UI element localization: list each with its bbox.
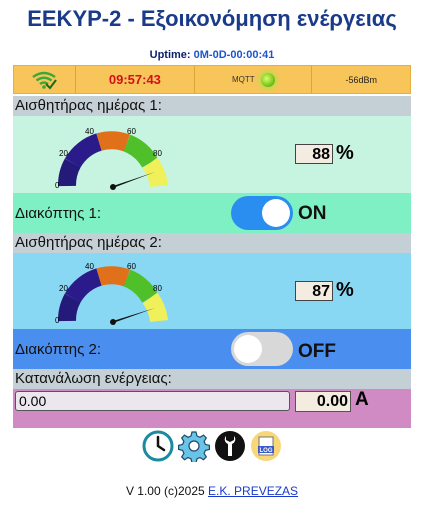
switch2-toggle[interactable] xyxy=(231,332,293,366)
page-title: EEKYP-2 - Εξοικονόμηση ενέργειας xyxy=(27,6,397,31)
switch1-toggle[interactable] xyxy=(231,196,293,230)
sensor2-label: Αισθητήρας ημέρας 2: xyxy=(13,233,411,253)
gauge-tick-label: 60 xyxy=(127,262,136,271)
mqtt-led-icon xyxy=(260,72,275,87)
toggle-knob xyxy=(262,199,290,227)
gear-icon[interactable] xyxy=(178,430,210,462)
sensor1-readout: 88 % xyxy=(295,142,354,165)
switch2-state: OFF xyxy=(298,341,336,362)
wrench-icon[interactable] xyxy=(214,430,246,462)
uptime-label: Uptime: xyxy=(149,49,191,61)
clock-icon[interactable] xyxy=(142,430,174,462)
log-icon[interactable]: LOG xyxy=(250,430,282,462)
energy-panel: 0.00 0.00 A xyxy=(13,389,411,428)
sensor1-unit: % xyxy=(336,142,354,164)
gauge-tick-label: 20 xyxy=(59,149,68,158)
gauge-tick-label: 40 xyxy=(85,262,94,271)
sensor2-readout: 87 % xyxy=(295,279,354,302)
sensor1-panel: 0 20 40 60 80 88 % xyxy=(13,116,411,193)
gauge-tick-label: 0 xyxy=(55,181,60,190)
footer-text: V 1.00 (c)2025 xyxy=(125,484,209,498)
gauge-tick-label: 80 xyxy=(153,284,162,293)
uptime-value: 0M-0D-00:00:41 xyxy=(193,49,275,61)
energy-unit: A xyxy=(355,389,369,410)
gauge-tick-label: 40 xyxy=(85,127,94,136)
switch2-panel: Διακόπτης 2: OFF xyxy=(13,329,411,369)
sensor2-panel: 0 20 40 60 80 87 % xyxy=(13,253,411,329)
gauge-tick-label: 20 xyxy=(59,284,68,293)
log-icon-label: LOG xyxy=(260,448,273,454)
sensor2-gauge: 0 20 40 60 80 xyxy=(55,262,168,325)
mqtt-label: MQTT xyxy=(231,75,255,84)
energy-bar: 0.00 xyxy=(15,391,290,411)
signal-strength: -56dBm xyxy=(345,74,377,85)
switch2-label: Διακόπτης 2: xyxy=(15,340,101,358)
energy-value: 0.00 xyxy=(295,391,351,412)
mqtt-indicator: MQTT xyxy=(195,66,313,93)
wifi-cell xyxy=(14,66,76,93)
sensor1-label: Αισθητήρας ημέρας 1: xyxy=(13,96,411,116)
sensor1-gauge: 0 20 40 60 80 xyxy=(55,127,168,190)
gauge-tick-label: 60 xyxy=(127,127,136,136)
toggle-knob xyxy=(234,335,262,363)
sensor1-value: 88 xyxy=(295,143,333,164)
footer-link[interactable]: E.K. PREVEZAS xyxy=(208,484,298,498)
switch1-label: Διακόπτης 1: xyxy=(15,204,101,222)
uptime-readout: Uptime: 0M-0D-00:00:41 xyxy=(0,49,424,61)
status-bar: 09:57:43 MQTT -56dBm xyxy=(13,65,411,94)
wifi-icon xyxy=(32,71,58,90)
gauge-tick-label: 0 xyxy=(55,316,60,325)
energy-label: Κατανάλωση ενέργειας: xyxy=(13,369,411,389)
switch1-state: ON xyxy=(298,203,327,224)
sensor2-value: 87 xyxy=(295,280,333,301)
gauge-tick-label: 80 xyxy=(153,149,162,158)
footer: V 1.00 (c)2025 E.K. PREVEZAS xyxy=(0,484,424,498)
sensor2-unit: % xyxy=(336,279,354,301)
switch1-panel: Διακόπτης 1: ON xyxy=(13,193,411,233)
clock-display: 09:57:43 xyxy=(76,66,196,93)
toolbar: LOG xyxy=(0,430,424,462)
